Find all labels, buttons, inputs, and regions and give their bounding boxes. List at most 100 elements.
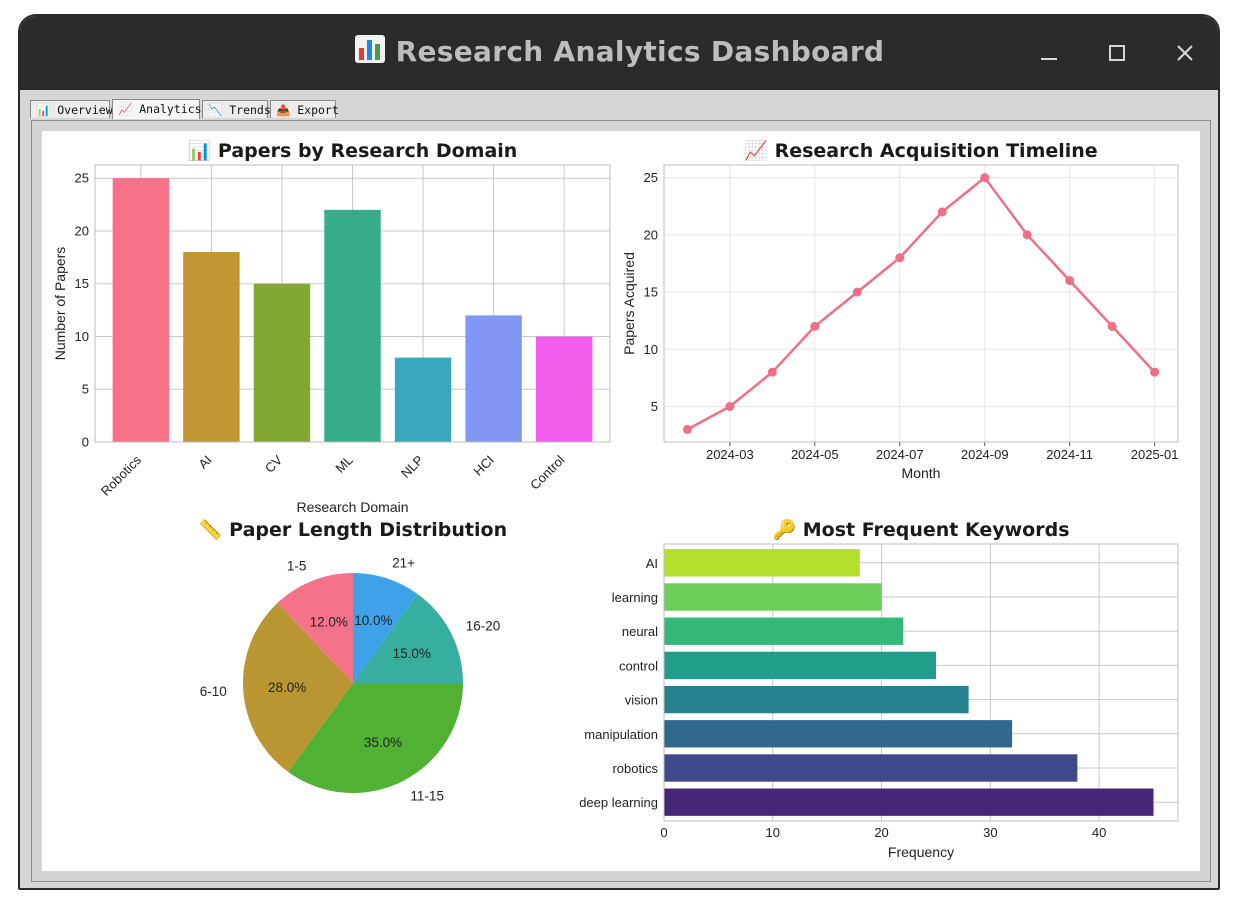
keyword-bar-ai (664, 549, 860, 577)
pie-slice-label: 21+ (392, 556, 415, 571)
app-window: Research Analytics Dashboard 📊 Overview … (18, 14, 1220, 890)
timeline-x-axis-label: Month (902, 465, 941, 481)
keyword-bar-neural (664, 617, 904, 645)
pie-slice-pct: 12.0% (310, 615, 348, 630)
domain-bar-control (535, 336, 593, 442)
domain-chart-title: 📊 Papers by Research Domain (188, 139, 518, 162)
maximize-button[interactable] (1100, 36, 1134, 70)
timeline-point (980, 173, 990, 183)
tab-overview[interactable]: 📊 Overview (30, 100, 113, 118)
timeline-chart-title: 📈 Research Acquisition Timeline (744, 139, 1097, 162)
pie-slice-label: 11-15 (410, 789, 444, 804)
domain-bar-ml (324, 209, 381, 442)
timeline-point (852, 287, 862, 297)
pie-slice-pct: 10.0% (354, 613, 392, 628)
keywords-ytick-label: control (619, 658, 658, 673)
timeline-ytick-label: 25 (644, 170, 658, 185)
timeline-point (895, 253, 905, 263)
keyword-bar-deep-learning (664, 788, 1154, 816)
domain-xtick-label: Robotics (98, 452, 145, 499)
domain-xtick-label: Control (527, 452, 567, 492)
keywords-x-axis-label: Frequency (888, 844, 954, 860)
analytics-panel: 0 5 10 15 20 25 Robotics AI CV ML NLP HCI Control 📊 P… (31, 120, 1211, 882)
timeline-ytick-label: 15 (644, 285, 658, 300)
domain-bar-robotics (112, 178, 170, 442)
title-bar[interactable]: Research Analytics Dashboard (20, 16, 1218, 90)
pie-slice-label: 1-5 (287, 558, 307, 573)
timeline-point (725, 402, 735, 412)
domain-y-axis-label: Number of Papers (52, 247, 68, 361)
domain-bar-ai (183, 252, 240, 442)
pie-slice-pct: 28.0% (268, 680, 306, 695)
pie-slice-pct: 15.0% (393, 646, 431, 661)
timeline-plot-area (664, 165, 1178, 442)
close-button[interactable] (1168, 36, 1202, 70)
timeline-y-axis-label: Papers Acquired (621, 252, 637, 355)
domain-bar-hci (465, 315, 522, 442)
window-title-text: Research Analytics Dashboard (395, 35, 885, 68)
keywords-ytick-label: AI (646, 556, 658, 571)
timeline-point (1107, 321, 1117, 331)
tab-analytics[interactable]: 📈 Analytics (112, 99, 202, 119)
timeline-point (682, 424, 692, 434)
keyword-bar-manipulation (664, 720, 1013, 748)
timeline-point (1022, 230, 1032, 240)
keywords-ytick-label: learning (612, 590, 658, 605)
timeline-xtick-label: 2024-11 (1046, 447, 1093, 462)
keyword-bar-control (664, 651, 936, 680)
keywords-ytick-label: vision (625, 693, 658, 708)
domain-bar-nlp (394, 357, 452, 442)
tab-export[interactable]: 📤 Export (270, 100, 339, 118)
keyword-bar-robotics (664, 754, 1078, 782)
chart-canvas: 0 5 10 15 20 25 Robotics AI CV ML NLP HCI Control 📊 P… (42, 131, 1200, 871)
keywords-ytick-label: neural (622, 624, 658, 639)
keywords-ytick-label: robotics (612, 761, 658, 776)
pie-slice-label: 6-10 (200, 684, 227, 699)
keyword-bar-learning (664, 583, 882, 611)
domain-bar-cv (253, 283, 311, 442)
tab-trends[interactable]: 📉 Trends (202, 100, 271, 118)
domain-xtick-label: AI (195, 452, 214, 471)
keywords-xtick-label: 20 (874, 825, 888, 840)
keywords-xtick-label: 30 (983, 825, 997, 840)
timeline-point (1150, 367, 1160, 377)
keywords-ytick-label: deep learning (579, 795, 658, 810)
pie-slice-pct: 35.0% (364, 735, 402, 750)
timeline-point (1065, 276, 1075, 286)
timeline-ytick-label: 20 (644, 227, 658, 242)
minimize-button[interactable] (1032, 36, 1066, 70)
timeline-xtick-label: 2024-03 (706, 447, 754, 462)
domain-x-axis-label: Research Domain (296, 499, 408, 515)
keywords-chart-title: 🔑 Most Frequent Keywords (772, 518, 1069, 541)
domain-ytick-label: 15 (75, 276, 89, 291)
keyword-bar-vision (664, 685, 969, 714)
minimize-icon (1041, 58, 1057, 60)
timeline-xtick-label: 2025-01 (1131, 447, 1179, 462)
timeline-ytick-label: 5 (651, 399, 658, 414)
domain-ytick-label: 20 (75, 223, 89, 238)
timeline-point (767, 367, 777, 377)
pie-slice-label: 16-20 (466, 619, 501, 634)
keywords-xtick-label: 0 (660, 825, 667, 840)
timeline-xtick-label: 2024-07 (876, 447, 924, 462)
timeline-xtick-label: 2024-09 (961, 447, 1009, 462)
timeline-point (937, 207, 947, 217)
domain-xtick-label: ML (332, 452, 355, 475)
keywords-xtick-label: 10 (766, 825, 780, 840)
close-icon (1177, 45, 1193, 61)
charts-figure: 0 5 10 15 20 25 Robotics AI CV ML NLP HCI Control 📊 P… (52, 139, 1179, 860)
domain-xtick-label: CV (262, 452, 286, 476)
bar-chart-icon (354, 34, 386, 71)
domain-ytick-label: 0 (82, 435, 89, 450)
maximize-icon (1109, 45, 1125, 61)
length-chart-title: 📏 Paper Length Distribution (199, 518, 507, 541)
keywords-ytick-label: manipulation (584, 727, 658, 742)
domain-ytick-label: 5 (82, 382, 89, 397)
domain-xtick-label: HCI (470, 452, 496, 478)
domain-xtick-label: NLP (398, 452, 426, 480)
timeline-point (810, 321, 820, 331)
domain-ytick-label: 25 (75, 171, 89, 186)
keywords-xtick-label: 40 (1092, 825, 1106, 840)
domain-ytick-label: 10 (75, 329, 89, 344)
timeline-ytick-label: 10 (644, 342, 658, 357)
